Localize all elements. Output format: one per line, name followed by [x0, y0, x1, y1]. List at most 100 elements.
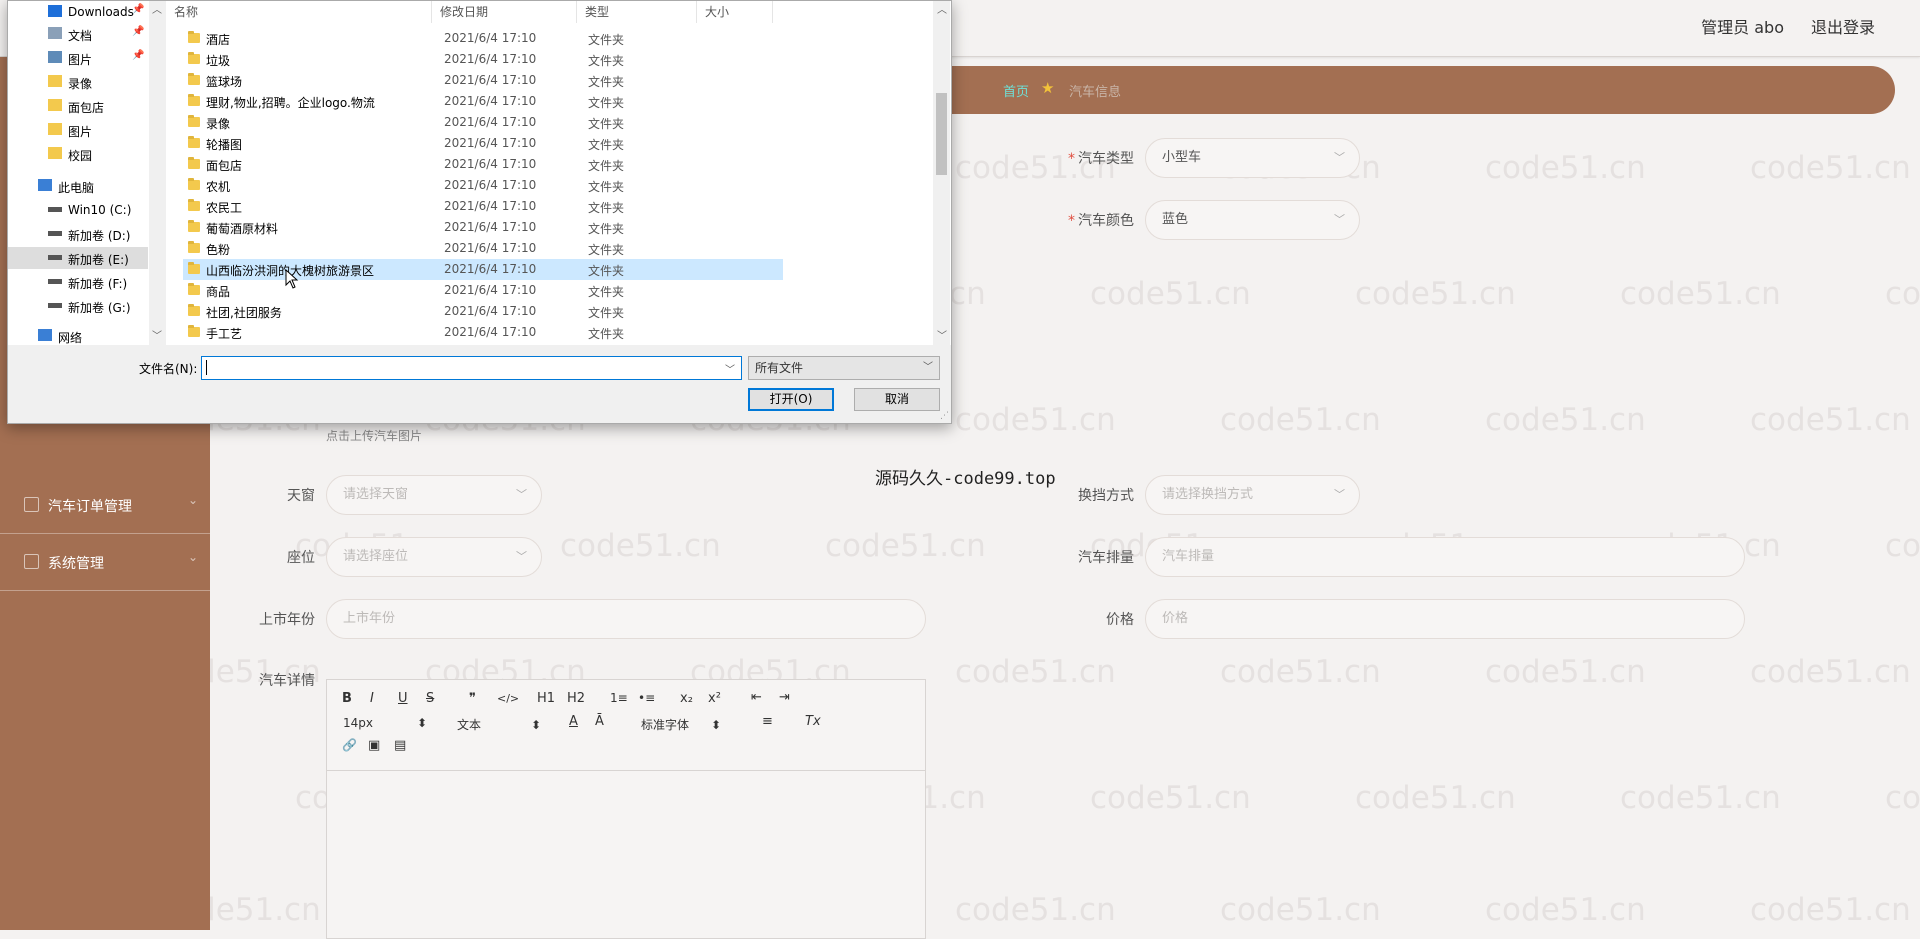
sidebar-item-system[interactable]: 系统管理 ⌄ [0, 534, 210, 591]
car-color-select[interactable]: 蓝色 ﹀ [1145, 200, 1360, 240]
nav-scrollbar[interactable]: ︿ ﹀ [149, 1, 164, 345]
outdent-button[interactable]: ⇤ [751, 690, 762, 705]
file-row[interactable]: 面包店 2021/6/4 17:10 文件夹 [183, 154, 783, 175]
price-input[interactable]: 价格 [1145, 599, 1745, 639]
year-input[interactable]: 上市年份 [326, 599, 926, 639]
watermark-text: code51.cn [955, 892, 1116, 928]
gearbox-select[interactable]: 请选择换挡方式 ﹀ [1145, 475, 1360, 515]
nav-item-label: 校园 [68, 149, 93, 163]
file-row[interactable]: 理财,物业,招聘。企业logo.物流 2021/6/4 17:10 文件夹 [183, 91, 783, 112]
car-type-select[interactable]: 小型车 ﹀ [1145, 138, 1360, 178]
logout-link[interactable]: 退出登录 [1811, 14, 1875, 38]
italic-button[interactable]: I [370, 691, 374, 706]
nav-item[interactable]: 新加卷 (F:) [8, 271, 148, 293]
nav-item[interactable]: 录像 [8, 71, 148, 93]
nav-item[interactable]: 此电脑 [8, 175, 148, 197]
file-row[interactable]: 录像 2021/6/4 17:10 文件夹 [183, 112, 783, 133]
sidebar-item-car-orders[interactable]: 汽车订单管理 ⌄ [0, 477, 210, 534]
column-size[interactable]: 大小 [697, 1, 773, 23]
file-date: 2021/6/4 17:10 [444, 31, 537, 45]
background-color-button[interactable]: Ā [595, 714, 604, 729]
indent-button[interactable]: ⇥ [779, 690, 790, 705]
folder-icon [188, 283, 200, 295]
code-button[interactable]: </> [497, 692, 519, 705]
subscript-button[interactable]: x₂ [680, 691, 693, 706]
link-button[interactable]: 🔗 [342, 738, 357, 752]
chevron-down-icon[interactable]: ﹀ [725, 361, 735, 376]
nav-item[interactable]: 面包店 [8, 95, 148, 117]
file-list-scrollbar[interactable]: ︿ ﹀ [933, 1, 950, 345]
nav-item-label: 新加卷 (D:) [68, 229, 131, 243]
open-button[interactable]: 打开(O) [748, 388, 834, 411]
resize-grip-icon[interactable]: ⋰ [940, 411, 949, 421]
underline-button[interactable]: U [398, 691, 408, 706]
filename-input[interactable]: ﹀ [201, 356, 742, 380]
h1-button[interactable]: H1 [537, 691, 555, 706]
watermark-text: code51.cn [1220, 892, 1381, 928]
sunroof-select[interactable]: 请选择天窗 ﹀ [326, 475, 542, 515]
nav-item[interactable]: 图片 📌 [8, 47, 148, 69]
file-row[interactable]: 垃圾 2021/6/4 17:10 文件夹 [183, 49, 783, 70]
file-row[interactable]: 社团,社团服务 2021/6/4 17:10 文件夹 [183, 301, 783, 322]
file-row[interactable]: 山西临汾洪洞的大槐树旅游景区 2021/6/4 17:10 文件夹 [183, 259, 783, 280]
seats-select[interactable]: 请选择座位 ﹀ [326, 537, 542, 577]
bullet-list-button[interactable]: •≡ [638, 691, 655, 705]
font-family-select[interactable]: 标准字体 ⬍ [641, 716, 721, 733]
align-button[interactable]: ≡ [762, 714, 773, 729]
scroll-down-icon[interactable]: ﹀ [937, 327, 947, 342]
breadcrumb-home[interactable]: 首页 [1003, 81, 1029, 100]
drive-icon [48, 279, 62, 284]
column-name[interactable]: 名称 [166, 1, 432, 23]
scroll-up-icon[interactable]: ︿ [937, 1, 947, 16]
nav-item[interactable]: 新加卷 (E:) [8, 247, 148, 269]
file-row[interactable]: 手工艺 2021/6/4 17:10 文件夹 [183, 322, 783, 343]
nav-item[interactable]: 图片 [8, 119, 148, 141]
displacement-input[interactable]: 汽车排量 [1145, 537, 1745, 577]
nav-item[interactable]: 网络 [8, 325, 148, 347]
ordered-list-button[interactable]: 1≡ [610, 691, 628, 705]
blockquote-button[interactable]: ❞ [469, 691, 476, 706]
text-style-select[interactable]: 文本 ⬍ [457, 716, 541, 733]
scroll-thumb[interactable] [936, 93, 947, 175]
file-type-select[interactable]: 所有文件 ﹀ [748, 356, 940, 380]
nav-item[interactable]: 校园 [8, 143, 148, 165]
clear-format-button[interactable]: Tx [805, 714, 821, 729]
upload-hint[interactable]: 点击上传汽车图片 [326, 427, 422, 444]
video-button[interactable]: ▤ [394, 738, 406, 753]
image-button[interactable]: ▣ [368, 738, 380, 753]
font-color-button[interactable]: A [569, 714, 578, 729]
file-row[interactable]: 葡萄酒原材料 2021/6/4 17:10 文件夹 [183, 217, 783, 238]
drive-icon [48, 255, 62, 260]
file-row[interactable]: 酒店 2021/6/4 17:10 文件夹 [183, 28, 783, 49]
nav-item[interactable]: Downloads 📌 [8, 1, 148, 23]
chevron-down-icon: ⌄ [187, 493, 198, 507]
nav-item-label: 新加卷 (E:) [68, 253, 129, 267]
font-size-select[interactable]: 14px ⬍ [343, 716, 427, 730]
superscript-button[interactable]: x² [708, 691, 721, 706]
file-name: 葡萄酒原材料 [206, 222, 279, 236]
file-type: 文件夹 [588, 138, 625, 152]
scroll-up-icon[interactable]: ︿ [152, 1, 162, 16]
file-row[interactable]: 色粉 2021/6/4 17:10 文件夹 [183, 238, 783, 259]
nav-item[interactable]: Win10 (C:) [8, 199, 148, 221]
scroll-down-icon[interactable]: ﹀ [152, 327, 162, 342]
watermark-text: code51.cn [955, 402, 1116, 438]
h2-button[interactable]: H2 [567, 691, 585, 706]
nav-item[interactable]: 新加卷 (D:) [8, 223, 148, 245]
chevron-down-icon: ﹀ [1334, 151, 1345, 164]
watermark-text: code51.cn [1485, 402, 1646, 438]
nav-item[interactable]: 文档 📌 [8, 23, 148, 45]
file-row[interactable]: 轮播图 2021/6/4 17:10 文件夹 [183, 133, 783, 154]
bold-button[interactable]: B [342, 691, 352, 706]
column-type[interactable]: 类型 [577, 1, 697, 23]
file-row[interactable]: 篮球场 2021/6/4 17:10 文件夹 [183, 70, 783, 91]
column-date[interactable]: 修改日期 [432, 1, 577, 23]
file-row[interactable]: 农机 2021/6/4 17:10 文件夹 [183, 175, 783, 196]
file-row[interactable]: 农民工 2021/6/4 17:10 文件夹 [183, 196, 783, 217]
cancel-button[interactable]: 取消 [854, 388, 940, 411]
strike-button[interactable]: S [426, 691, 434, 706]
car-type-label: * 汽车类型 [1068, 151, 1134, 167]
folder-icon [188, 94, 200, 106]
nav-item[interactable]: 新加卷 (G:) [8, 295, 148, 317]
file-row[interactable]: 商品 2021/6/4 17:10 文件夹 [183, 280, 783, 301]
